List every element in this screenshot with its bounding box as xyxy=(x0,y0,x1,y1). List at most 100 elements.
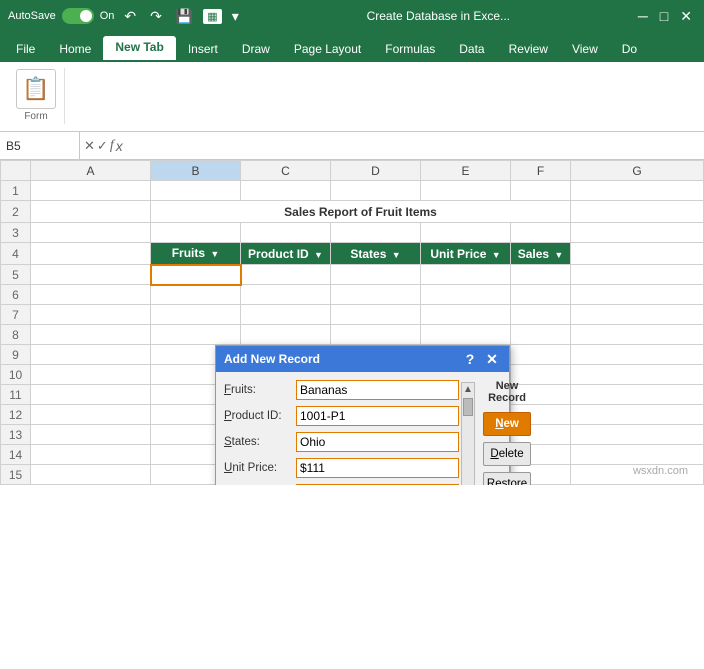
field-row-sales: Sales: xyxy=(224,484,459,485)
dialog-title: Add New Record xyxy=(224,352,320,366)
table-row: 5 xyxy=(1,265,704,285)
states-dropdown-icon[interactable]: ▼ xyxy=(392,250,401,260)
col-sales-header[interactable]: Sales ▼ xyxy=(511,243,571,265)
minimize-icon[interactable]: ─ xyxy=(634,6,652,26)
tab-do[interactable]: Do xyxy=(610,38,649,62)
fruits-dropdown-icon[interactable]: ▼ xyxy=(210,249,219,259)
productid-dropdown-icon[interactable]: ▼ xyxy=(314,250,323,260)
productid-label: Product ID xyxy=(248,247,309,261)
field-input-states[interactable] xyxy=(296,432,459,452)
cell-d5[interactable] xyxy=(331,265,421,285)
form-ribbon-icon[interactable]: ▦ xyxy=(203,9,221,24)
col-header-c[interactable]: C xyxy=(241,161,331,181)
tab-newtab[interactable]: New Tab xyxy=(103,36,175,62)
tab-home[interactable]: Home xyxy=(47,38,103,62)
tab-data[interactable]: Data xyxy=(447,38,496,62)
dialog-buttons-panel: New Record New Delete Restore Find Prev … xyxy=(483,380,531,485)
col-productid-header[interactable]: Product ID ▼ xyxy=(241,243,331,265)
cell-g4[interactable] xyxy=(571,243,704,265)
autosave-toggle[interactable] xyxy=(62,8,94,24)
dialog-scrollbar[interactable]: ▲ ▼ xyxy=(461,382,475,485)
col-states-header[interactable]: States ▼ xyxy=(331,243,421,265)
cell-e3[interactable] xyxy=(421,223,511,243)
ribbon-content: 📋 Form xyxy=(0,62,704,132)
dialog-close-button[interactable]: ✕ xyxy=(483,350,501,368)
cell-d3[interactable] xyxy=(331,223,421,243)
col-fruits-header[interactable]: Fruits ▼ xyxy=(151,243,241,265)
cell-b5[interactable] xyxy=(151,265,241,285)
formula-input[interactable] xyxy=(127,139,704,153)
redo-icon[interactable]: ↷ xyxy=(146,6,166,27)
col-header-g[interactable]: G xyxy=(571,161,704,181)
tab-view[interactable]: View xyxy=(560,38,610,62)
cell-b3[interactable] xyxy=(151,223,241,243)
unitprice-dropdown-icon[interactable]: ▼ xyxy=(492,250,501,260)
save-icon[interactable]: 💾 xyxy=(172,6,197,27)
insert-function-icon[interactable]: f xyxy=(110,138,114,154)
cell-e5[interactable] xyxy=(421,265,511,285)
cell-a5[interactable] xyxy=(31,265,151,285)
cell-f1[interactable] xyxy=(511,181,571,201)
cell-c3[interactable] xyxy=(241,223,331,243)
sales-label: Sales xyxy=(518,247,549,261)
scroll-up-arrow[interactable]: ▲ xyxy=(462,383,474,396)
field-input-productid[interactable] xyxy=(296,406,459,426)
col-header-b[interactable]: B xyxy=(151,161,241,181)
corner-header xyxy=(1,161,31,181)
form-button[interactable]: 📋 xyxy=(16,69,56,109)
close-icon[interactable]: ✕ xyxy=(676,6,696,27)
table-row: 6 xyxy=(1,285,704,305)
tab-draw[interactable]: Draw xyxy=(230,38,282,62)
cell-g3[interactable] xyxy=(571,223,704,243)
spreadsheet-title: Sales Report of Fruit Items xyxy=(151,201,571,223)
col-header-d[interactable]: D xyxy=(331,161,421,181)
window-controls: ─ □ ✕ xyxy=(634,6,696,27)
tab-insert[interactable]: Insert xyxy=(176,38,230,62)
cell-a2[interactable] xyxy=(31,201,151,223)
field-input-unitprice[interactable] xyxy=(296,458,459,478)
cell-d1[interactable] xyxy=(331,181,421,201)
table-row: 7 xyxy=(1,305,704,325)
restore-button[interactable]: Restore xyxy=(483,472,531,485)
cell-f5[interactable] xyxy=(511,265,571,285)
tab-file[interactable]: File xyxy=(4,38,47,62)
cell-e1[interactable] xyxy=(421,181,511,201)
dialog-help-button[interactable]: ? xyxy=(461,350,479,368)
cell-g5[interactable] xyxy=(571,265,704,285)
sales-dropdown-icon[interactable]: ▼ xyxy=(554,250,563,260)
new-button[interactable]: New xyxy=(483,412,531,436)
field-input-sales[interactable] xyxy=(296,484,459,485)
cell-g1[interactable] xyxy=(571,181,704,201)
cell-b1[interactable] xyxy=(151,181,241,201)
cell-c1[interactable] xyxy=(241,181,331,201)
tab-review[interactable]: Review xyxy=(497,38,560,62)
field-row-states: States: xyxy=(224,432,459,452)
delete-button[interactable]: Delete xyxy=(483,442,531,466)
undo-icon[interactable]: ↶ xyxy=(120,6,140,27)
more-icon[interactable]: ▾ xyxy=(228,6,243,27)
cell-reference[interactable] xyxy=(0,132,80,159)
maximize-icon[interactable]: □ xyxy=(656,6,672,26)
cell-f3[interactable] xyxy=(511,223,571,243)
tab-pagelayout[interactable]: Page Layout xyxy=(282,38,373,62)
cell-a1[interactable] xyxy=(31,181,151,201)
col-unitprice-header[interactable]: Unit Price ▼ xyxy=(421,243,511,265)
cell-g2[interactable] xyxy=(571,201,704,223)
cancel-formula-icon[interactable]: ✕ xyxy=(84,138,95,154)
col-header-f[interactable]: F xyxy=(511,161,571,181)
confirm-formula-icon[interactable]: ✓ xyxy=(97,138,108,154)
dialog-body: Fruits: Product ID: States: xyxy=(216,372,509,485)
dialog-left-section: Fruits: Product ID: States: xyxy=(224,380,475,485)
col-header-a[interactable]: A xyxy=(31,161,151,181)
tab-formulas[interactable]: Formulas xyxy=(373,38,447,62)
cell-a4[interactable] xyxy=(31,243,151,265)
field-row-productid: Product ID: xyxy=(224,406,459,426)
app-title: Create Database in Exce... xyxy=(367,9,510,23)
col-header-e[interactable]: E xyxy=(421,161,511,181)
watermark: wsxdn.com xyxy=(633,465,688,477)
toggle-knob xyxy=(80,10,92,22)
cell-c5[interactable] xyxy=(241,265,331,285)
field-input-fruits[interactable] xyxy=(296,380,459,400)
cell-a3[interactable] xyxy=(31,223,151,243)
fruits-label: Fruits xyxy=(172,246,205,260)
